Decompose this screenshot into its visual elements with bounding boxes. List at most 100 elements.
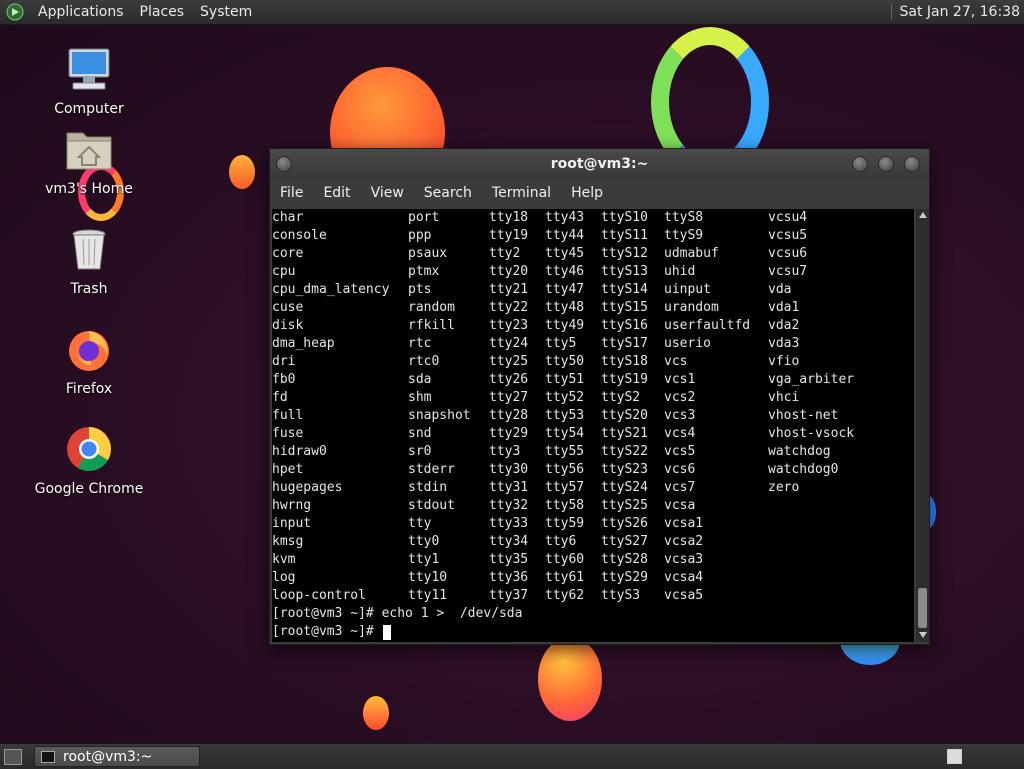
text-cursor: [383, 625, 391, 640]
device-entry: full: [272, 407, 303, 425]
menu-file[interactable]: File: [270, 185, 313, 201]
device-entry: port: [408, 209, 439, 227]
device-entry: tty51: [545, 371, 584, 389]
chrome-icon: [65, 425, 113, 473]
device-entry: tty1: [408, 551, 439, 569]
desktop-icon-firefox[interactable]: Firefox: [34, 325, 144, 397]
device-entry: vcsa5: [664, 587, 703, 605]
terminal-output[interactable]: charporttty18tty43ttyS10ttyS8vcsu4consol…: [272, 209, 914, 642]
workspace-switcher[interactable]: [947, 749, 962, 764]
device-entry: rtc: [408, 335, 431, 353]
terminal-line: diskrfkilltty23tty49ttyS16userfaultfdvda…: [272, 317, 914, 335]
clock[interactable]: Sat Jan 27, 16:38: [900, 4, 1024, 20]
menu-system[interactable]: System: [192, 4, 260, 20]
window-menu-button[interactable]: [276, 156, 292, 172]
device-entry: cuse: [272, 299, 303, 317]
terminal-line: corepsauxtty2tty45ttyS12udmabufvcsu6: [272, 245, 914, 263]
device-entry: log: [272, 569, 295, 587]
desktop-icon-home[interactable]: vm3's Home: [34, 125, 144, 197]
device-entry: vda: [768, 281, 791, 299]
device-entry: psaux: [408, 245, 447, 263]
device-entry: tty20: [489, 263, 528, 281]
panel-separator: [891, 4, 892, 20]
device-entry: fb0: [272, 371, 295, 389]
device-entry: zero: [768, 479, 799, 497]
device-entry: tty10: [408, 569, 447, 587]
device-entry: tty61: [545, 569, 584, 587]
device-entry: tty21: [489, 281, 528, 299]
device-entry: ttyS3: [601, 587, 640, 605]
maximize-button[interactable]: [878, 156, 894, 172]
device-entry: vcsu6: [768, 245, 807, 263]
device-entry: ttyS22: [601, 443, 648, 461]
prompt-line: [root@vm3 ~]# echo 1 > /dev/sda: [272, 605, 914, 623]
menu-edit[interactable]: Edit: [313, 185, 360, 201]
desktop-icon-chrome[interactable]: Google Chrome: [34, 425, 144, 497]
device-entry: tty11: [408, 587, 447, 605]
terminal-line: charporttty18tty43ttyS10ttyS8vcsu4: [272, 209, 914, 227]
device-entry: vcsa4: [664, 569, 703, 587]
menu-search[interactable]: Search: [414, 185, 482, 201]
device-entry: ttyS20: [601, 407, 648, 425]
device-entry: pts: [408, 281, 431, 299]
device-entry: watchdog: [768, 443, 831, 461]
taskbar-item-terminal[interactable]: root@vm3:~: [34, 746, 200, 767]
wallpaper-blob: [229, 155, 255, 189]
close-button[interactable]: [904, 156, 920, 172]
menu-help[interactable]: Help: [561, 185, 613, 201]
device-entry: tty33: [489, 515, 528, 533]
device-entry: char: [272, 209, 303, 227]
device-entry: tty29: [489, 425, 528, 443]
menu-applications[interactable]: Applications: [30, 4, 132, 20]
trash-icon: [65, 225, 113, 273]
device-entry: console: [272, 227, 327, 245]
device-entry: ttyS17: [601, 335, 648, 353]
desktop-icon-trash[interactable]: Trash: [34, 225, 144, 297]
show-desktop-icon[interactable]: [4, 749, 22, 765]
menu-view[interactable]: View: [361, 185, 414, 201]
device-entry: rfkill: [408, 317, 455, 335]
menu-terminal[interactable]: Terminal: [482, 185, 561, 201]
device-entry: tty5: [545, 335, 576, 353]
device-entry: tty52: [545, 389, 584, 407]
device-entry: tty50: [545, 353, 584, 371]
window-titlebar[interactable]: root@vm3:~: [270, 149, 929, 179]
minimize-button[interactable]: [852, 156, 868, 172]
device-entry: dri: [272, 353, 295, 371]
device-entry: tty25: [489, 353, 528, 371]
device-entry: ttyS27: [601, 533, 648, 551]
home-folder-icon: [65, 125, 113, 173]
bottom-panel: root@vm3:~: [0, 743, 1024, 769]
terminal-window[interactable]: root@vm3:~ File Edit View Search Termina…: [269, 148, 930, 645]
device-entry: ttyS19: [601, 371, 648, 389]
device-entry: tty53: [545, 407, 584, 425]
scroll-down-icon[interactable]: [919, 632, 927, 638]
device-entry: tty19: [489, 227, 528, 245]
desktop-icon-label: Firefox: [34, 381, 144, 397]
device-entry: ttyS21: [601, 425, 648, 443]
scroll-up-icon[interactable]: [919, 212, 927, 218]
terminal-line: hwrngstdouttty32tty58ttyS25vcsa: [272, 497, 914, 515]
menu-places[interactable]: Places: [132, 4, 193, 20]
device-entry: sr0: [408, 443, 431, 461]
terminal-scrollbar[interactable]: [916, 209, 929, 642]
device-entry: ttyS25: [601, 497, 648, 515]
menu-logo-icon[interactable]: [6, 3, 24, 21]
terminal-line: kmsgtty0tty34tty6ttyS27vcsa2: [272, 533, 914, 551]
device-entry: vhost-vsock: [768, 425, 854, 443]
device-entry: tty28: [489, 407, 528, 425]
desktop-icon-computer[interactable]: Computer: [34, 45, 144, 117]
device-entry: kmsg: [272, 533, 303, 551]
device-entry: vcs5: [664, 443, 695, 461]
desktop-icon-label: vm3's Home: [34, 181, 144, 197]
scroll-thumb[interactable]: [918, 588, 927, 628]
device-entry: stderr: [408, 461, 455, 479]
device-entry: tty3: [489, 443, 520, 461]
device-entry: ttyS15: [601, 299, 648, 317]
device-entry: cpu_dma_latency: [272, 281, 389, 299]
device-entry: tty59: [545, 515, 584, 533]
device-entry: ttyS2: [601, 389, 640, 407]
firefox-icon: [65, 325, 113, 373]
wallpaper-blob: [538, 637, 602, 721]
device-entry: vcs6: [664, 461, 695, 479]
